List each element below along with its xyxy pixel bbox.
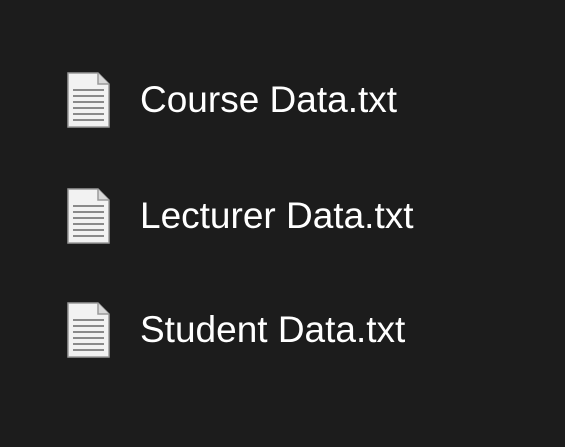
text-file-icon xyxy=(67,188,110,244)
file-explorer-pane: Course Data.txt Lecturer Data.txt Studen… xyxy=(0,0,565,447)
file-item-course-data[interactable]: Course Data.txt xyxy=(66,65,417,135)
file-list: Course Data.txt Lecturer Data.txt Studen… xyxy=(0,0,565,447)
text-file-icon xyxy=(67,302,110,358)
file-name-label: Lecturer Data.txt xyxy=(140,195,414,236)
file-item-lecturer-data[interactable]: Lecturer Data.txt xyxy=(66,181,434,251)
file-name-label: Student Data.txt xyxy=(140,309,406,350)
text-file-icon xyxy=(67,72,110,128)
file-item-student-data[interactable]: Student Data.txt xyxy=(66,295,425,365)
file-name-label: Course Data.txt xyxy=(140,79,398,120)
